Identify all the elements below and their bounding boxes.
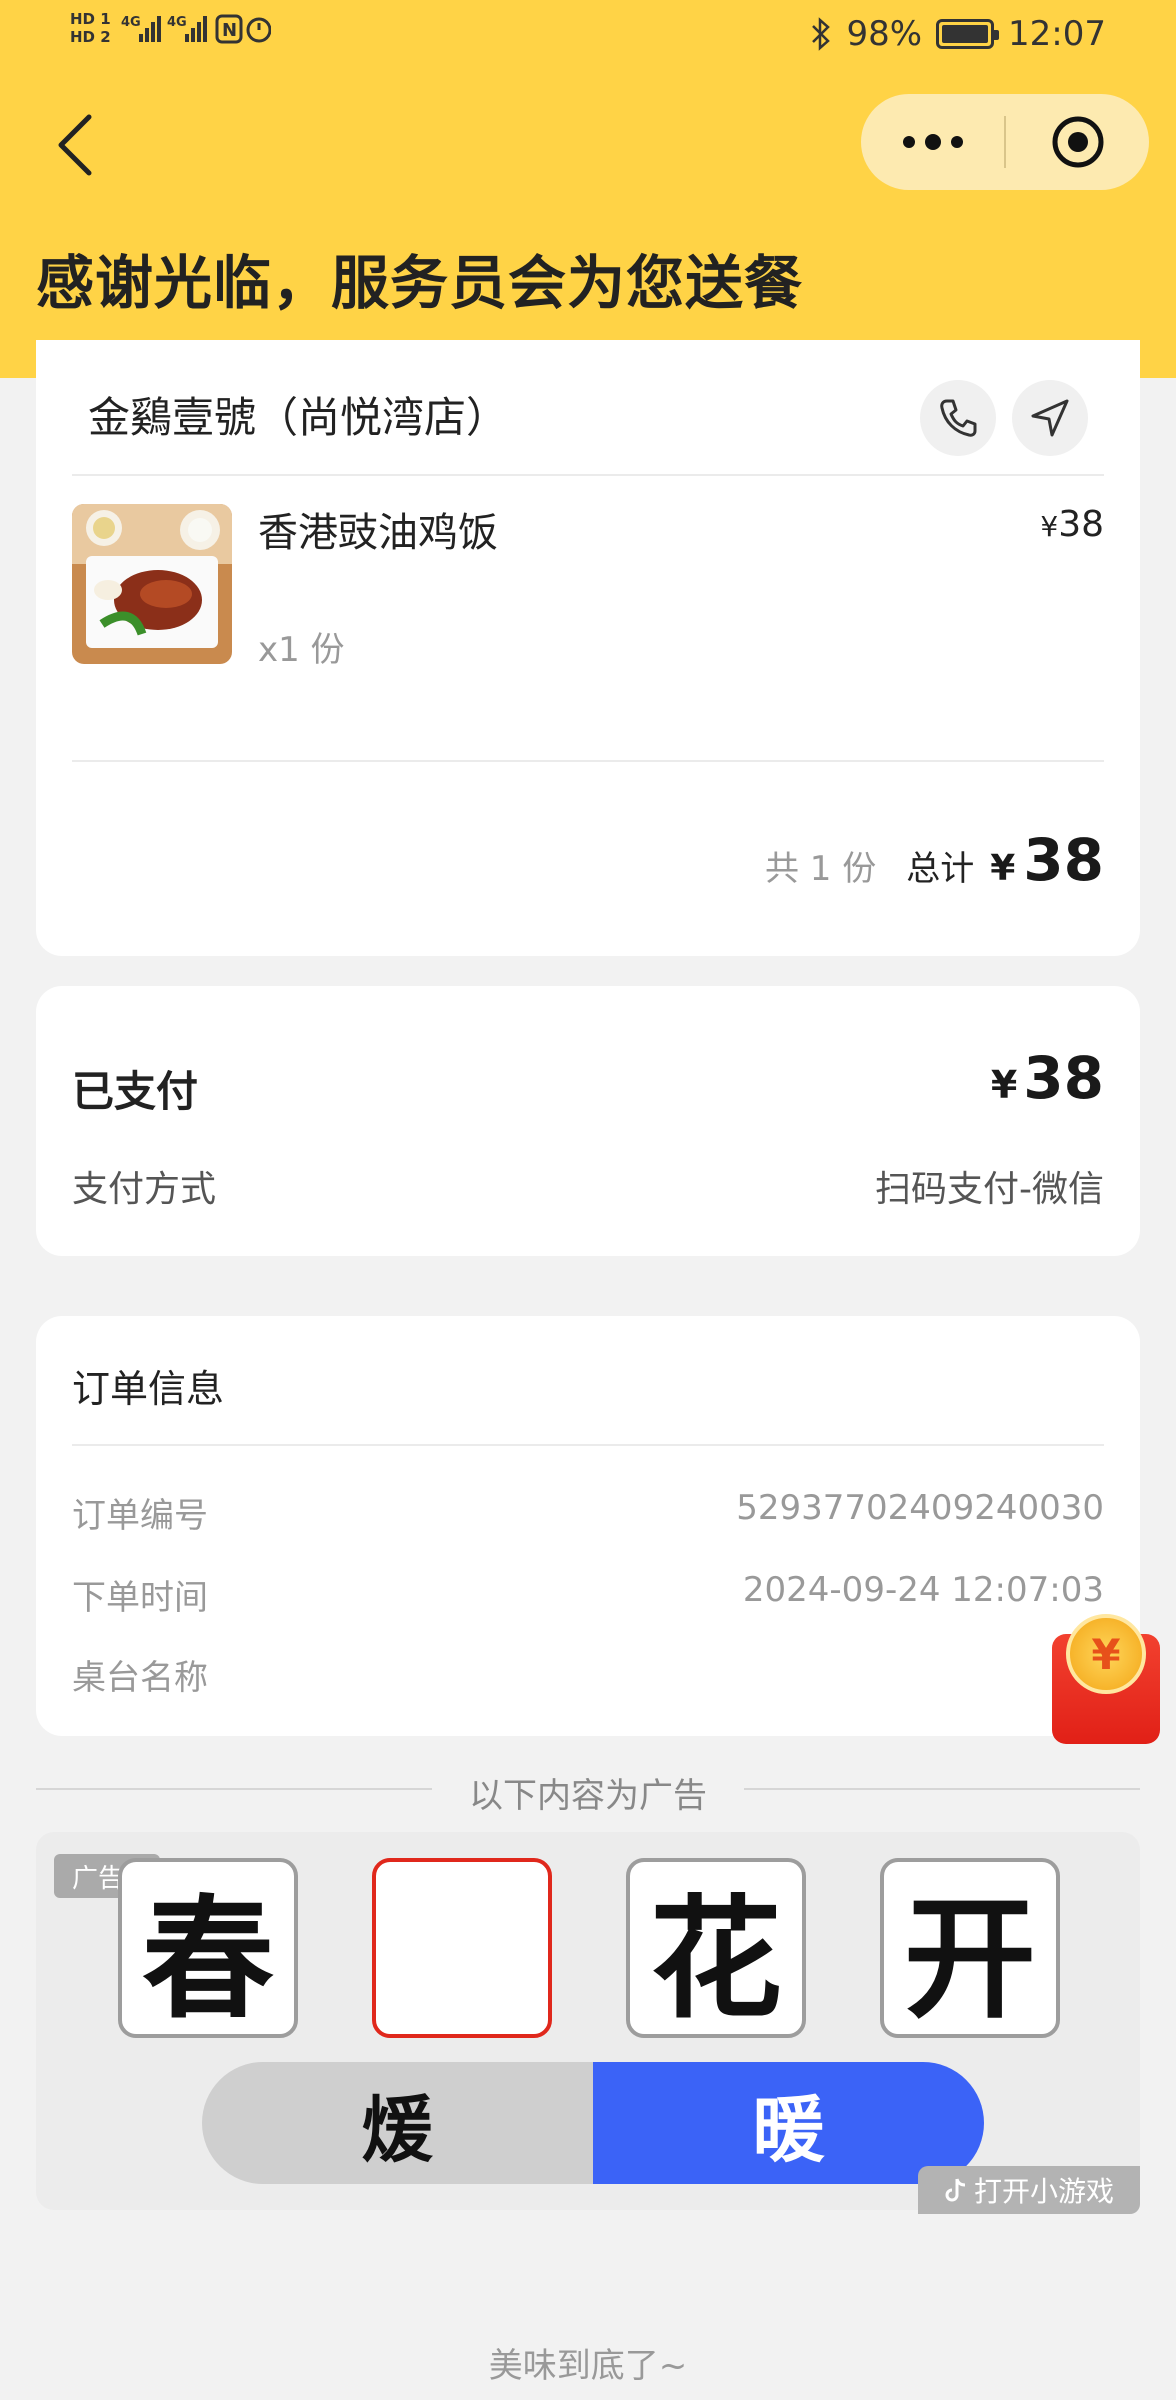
coin-icon: ¥ [1066, 1614, 1146, 1694]
order-info-title: 订单信息 [72, 1367, 225, 1411]
order-number-value: 52937702409240030 [736, 1488, 1104, 1528]
more-button[interactable] [861, 94, 1004, 190]
status-bar-right: 98% 12:07 [810, 14, 1106, 54]
paid-value: 38 [1023, 1044, 1104, 1112]
payment-status: 已支付 [72, 1067, 199, 1116]
svg-text:N: N [222, 20, 237, 41]
order-number-label: 订单编号 [72, 1496, 208, 1536]
hd-indicator: HD 1 HD 2 [70, 10, 111, 46]
call-store-button[interactable] [920, 380, 996, 456]
open-game-label: 打开小游戏 [973, 2175, 1114, 2208]
total-label: 总计 [906, 849, 975, 889]
puzzle-tile-blank[interactable] [372, 1858, 552, 2038]
paid-amount: ¥ 38 [991, 1044, 1104, 1112]
payment-card: 已支付 ¥ 38 支付方式 扫码支付-微信 [36, 986, 1140, 1256]
ad-tag-label: 广告 [71, 1863, 124, 1894]
total-amount: 38 [1023, 826, 1104, 894]
tiktok-icon [945, 2178, 966, 2202]
page-title: 感谢光临，服务员会为您送餐 [36, 249, 804, 317]
ad-divider-left [36, 1788, 432, 1790]
store-name: 金鷄壹號（尚悦湾店） [88, 393, 509, 442]
target-circle-icon [1052, 116, 1103, 168]
battery-icon [936, 19, 1000, 49]
more-dots-icon [902, 134, 963, 150]
items-divider [72, 760, 1104, 762]
payment-method-label: 支付方式 [72, 1169, 217, 1210]
order-info-card: 订单信息 订单编号 52937702409240030 下单时间 2024-09… [36, 1316, 1140, 1736]
puzzle-tile-3: 花 [626, 1858, 806, 2038]
status-bar-left: HD 1 HD 2 4G 4G N [70, 10, 271, 46]
order-info-divider [72, 1444, 1104, 1446]
svg-text:4G: 4G [167, 15, 187, 30]
ad-divider-text: 以下内容为广告 [469, 1776, 707, 1816]
close-miniprogram-button[interactable] [1006, 94, 1149, 190]
chevron-left-icon [58, 114, 92, 176]
paid-currency: ¥ [990, 1063, 1018, 1107]
phone-icon [940, 399, 977, 437]
ad-divider-right [744, 1788, 1140, 1790]
bluetooth-icon [812, 17, 831, 51]
svg-text:4G: 4G [121, 15, 141, 30]
battery-percent: 98% [846, 14, 923, 54]
answer-choices: 煖 暖 [202, 2062, 984, 2184]
payment-method-value: 扫码支付-微信 [875, 1169, 1104, 1210]
hd1-label: HD 1 [70, 10, 111, 28]
dish-name: 香港豉油鸡饭 [258, 510, 498, 556]
order-time-label: 下单时间 [72, 1578, 208, 1618]
table-name-label: 桌台名称 [72, 1658, 208, 1698]
item-count: 共 1 份 [764, 849, 877, 889]
total-currency: ¥ [990, 848, 1016, 889]
back-button[interactable] [40, 100, 110, 190]
signal-icon: 4G 4G N [121, 14, 271, 44]
dish-price-value: 38 [1058, 504, 1104, 545]
miniprogram-capsule [861, 94, 1149, 190]
dish-image [72, 504, 232, 664]
puzzle-tile-4: 开 [880, 1858, 1060, 2038]
navigate-button[interactable] [1012, 380, 1088, 456]
clock-time: 12:07 [1008, 14, 1106, 54]
order-time-value: 2024-09-24 12:07:03 [742, 1570, 1104, 1610]
dish-quantity: x1 份 [258, 630, 345, 670]
store-divider [72, 474, 1104, 476]
hd2-label: HD 2 [70, 28, 111, 46]
end-of-page-text: 美味到底了~ [488, 2346, 688, 2386]
open-mini-game-button[interactable]: 打开小游戏 [918, 2166, 1140, 2214]
order-summary: 共 1 份 总计 ¥ 38 [765, 826, 1104, 894]
dish-price-currency: ¥ [1040, 510, 1059, 543]
choice-option-1[interactable]: 煖 [202, 2062, 593, 2184]
dish-price: ¥38 [1040, 504, 1104, 545]
puzzle-tile-1: 春 [118, 1858, 298, 2038]
order-items-card: 金鷄壹號（尚悦湾店） 香港豉油鸡饭 x1 份 ¥38 共 1 份 总计 ¥ 38 [36, 340, 1140, 956]
navigation-arrow-icon [1031, 399, 1069, 437]
red-packet-button[interactable]: ¥ [1052, 1614, 1160, 1744]
